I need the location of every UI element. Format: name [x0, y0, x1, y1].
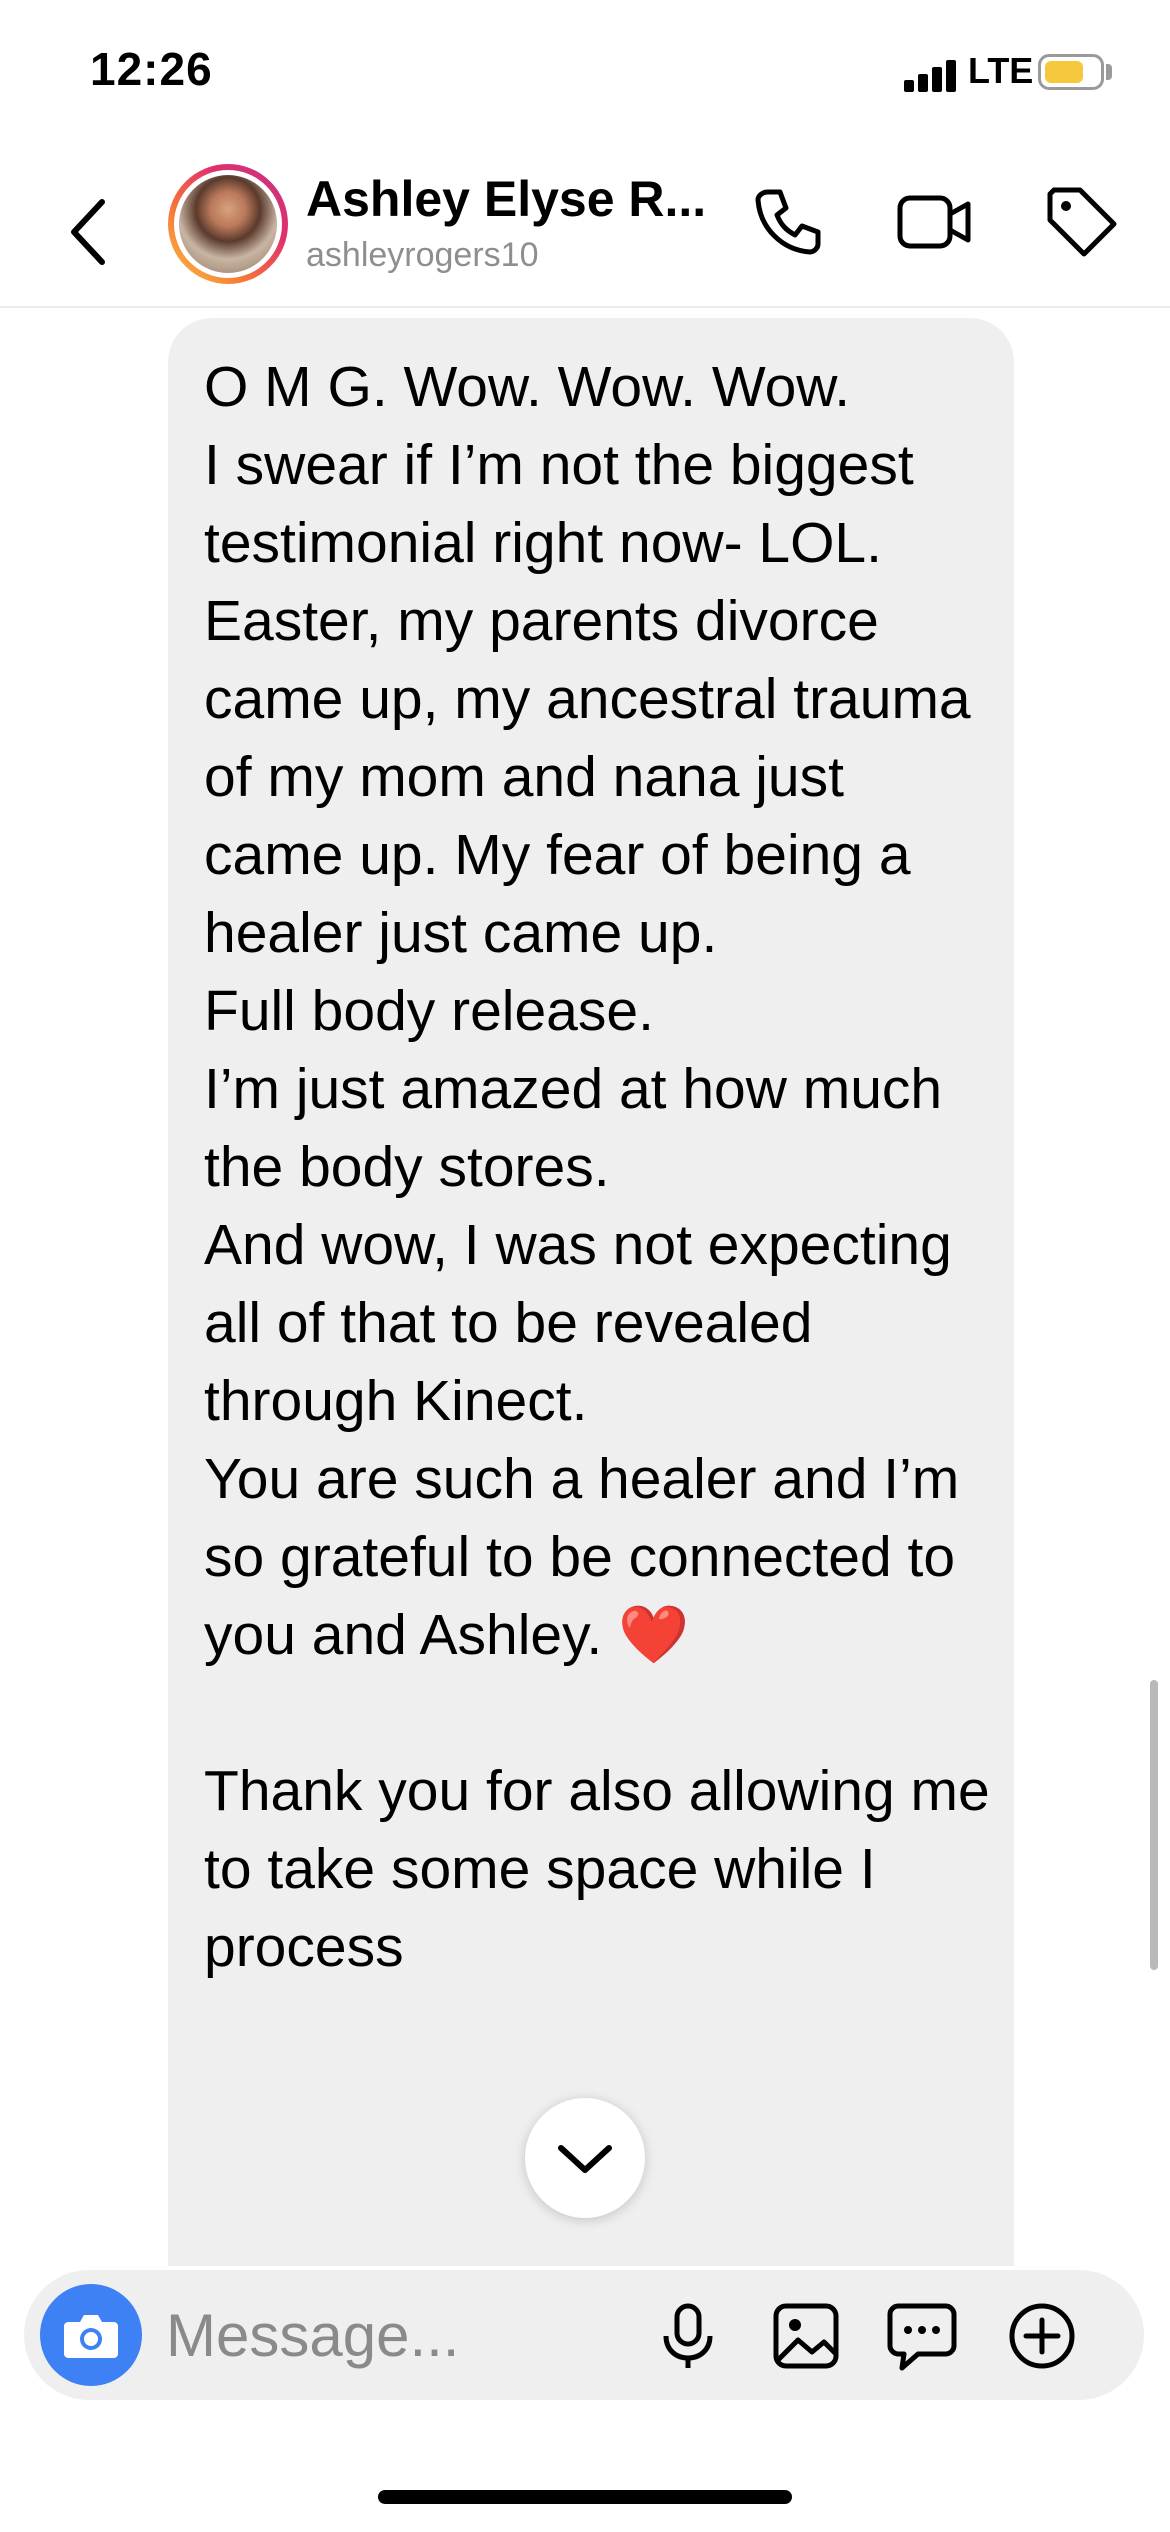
message-composer [24, 2270, 1144, 2400]
phone-icon [755, 189, 821, 255]
chevron-down-icon [558, 2145, 612, 2173]
network-type: LTE [968, 50, 1034, 91]
more-options-button[interactable] [1004, 2298, 1080, 2374]
sticker-chat-icon [887, 2303, 957, 2371]
gallery-button[interactable] [768, 2298, 844, 2374]
voice-message-button[interactable] [650, 2298, 726, 2374]
message-body: O M G. Wow. Wow. Wow. I swear if I’m not… [204, 355, 971, 1667]
message-text: O M G. Wow. Wow. Wow. I swear if I’m not… [204, 348, 994, 1986]
contact-name[interactable]: Ashley Elyse R... [306, 170, 706, 228]
home-indicator[interactable] [378, 2490, 792, 2504]
battery-nub [1106, 64, 1112, 80]
gallery-icon [773, 2303, 839, 2369]
battery-icon [1038, 54, 1104, 90]
avatar[interactable] [168, 164, 288, 284]
message-input[interactable] [166, 2300, 666, 2370]
message-body-continued: Thank you for also allowing me to take s… [204, 1759, 990, 1979]
heart-emoji: ❤️ [618, 1603, 690, 1667]
sticker-button[interactable] [884, 2298, 960, 2374]
chevron-left-icon [71, 199, 105, 265]
tag-icon [1047, 187, 1117, 257]
camera-button[interactable] [40, 2284, 142, 2386]
back-button[interactable] [60, 192, 120, 272]
scrollbar[interactable] [1150, 1680, 1158, 1970]
avatar-photo [179, 175, 277, 273]
conversation-header: Ashley Elyse R... ashleyrogers10 [0, 150, 1170, 308]
camera-icon [64, 2315, 118, 2358]
microphone-icon [663, 2303, 713, 2368]
signal-strength-icon [904, 58, 960, 92]
contact-username: ashleyrogers10 [306, 236, 539, 274]
plus-circle-icon [1009, 2303, 1075, 2369]
voice-call-button[interactable] [746, 180, 830, 264]
status-bar: 12:26 LTE [0, 0, 1170, 150]
status-time: 12:26 [90, 43, 213, 95]
scroll-to-bottom-button[interactable] [525, 2098, 645, 2218]
video-camera-icon [897, 195, 971, 249]
video-call-button[interactable] [892, 180, 976, 264]
tag-button[interactable] [1040, 180, 1124, 264]
